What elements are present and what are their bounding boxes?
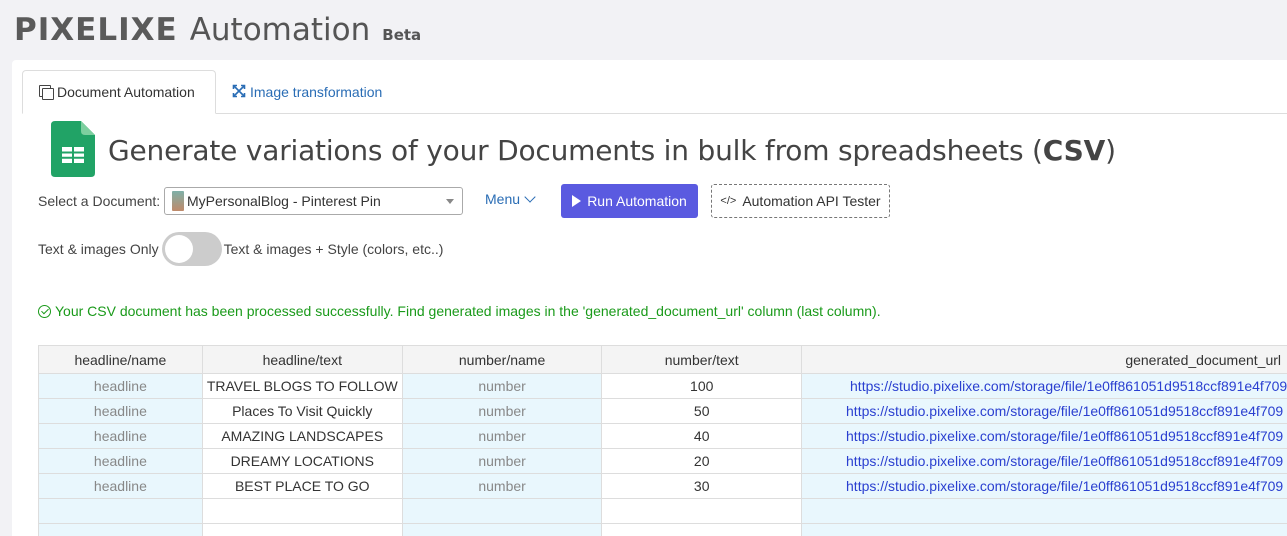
document-select[interactable]: MyPersonalBlog - Pinterest Pin — [164, 187, 463, 215]
copy-icon — [39, 85, 54, 100]
table-cell[interactable]: 20 — [601, 448, 803, 474]
table-row — [38, 498, 1287, 524]
column-header[interactable]: headline/name — [38, 345, 203, 374]
play-icon — [572, 195, 582, 207]
table-cell[interactable]: number — [401, 448, 603, 474]
toggle-knob — [164, 235, 193, 263]
code-icon: </> — [720, 195, 737, 207]
table-row: headline DREAMY LOCATIONS number 20 https://… — [38, 448, 1287, 474]
table-cell[interactable]: 50 — [601, 398, 803, 424]
selected-document: MyPersonalBlog - Pinterest Pin — [187, 193, 381, 209]
tab-image-transformation[interactable]: Image transformation — [232, 70, 382, 114]
page-title: Generate variations of your Documents in… — [108, 134, 1116, 167]
table-cell[interactable]: BEST PLACE TO GO — [201, 473, 403, 499]
style-toggle-row: Text & images Only Text & images + Style… — [38, 232, 443, 266]
chevron-down-icon — [524, 190, 536, 203]
table-cell[interactable]: headline — [38, 373, 203, 399]
document-url-link[interactable] — [801, 523, 1287, 536]
table-cell[interactable] — [38, 523, 203, 536]
document-url-link[interactable] — [801, 498, 1287, 524]
table-cell[interactable]: number — [401, 373, 603, 399]
document-url-link[interactable]: https://studio.pixelixe.com/storage/file… — [801, 448, 1287, 474]
tab-document-automation[interactable]: Document Automation — [22, 70, 216, 114]
table-cell[interactable] — [401, 498, 603, 524]
check-circle-icon — [38, 304, 51, 318]
table-row: headline Places To Visit Quickly number 50 h… — [38, 398, 1287, 424]
column-header[interactable]: generated_document_url — [801, 345, 1287, 374]
menu-dropdown[interactable]: Menu — [485, 190, 536, 207]
table-header-row: headline/name headline/text number/name … — [38, 345, 1287, 374]
success-message: Your CSV document has been processed suc… — [38, 303, 881, 319]
style-toggle[interactable] — [161, 232, 222, 266]
success-text: Your CSV document has been processed suc… — [55, 303, 881, 319]
table-cell[interactable] — [201, 498, 403, 524]
table-cell[interactable]: Places To Visit Quickly — [201, 398, 403, 424]
table-cell[interactable]: TRAVEL BLOGS TO FOLLOW — [201, 373, 403, 399]
table-cell[interactable]: headline — [38, 423, 203, 449]
table-cell[interactable]: 30 — [601, 473, 803, 499]
table-cell[interactable]: number — [401, 398, 603, 424]
beta-badge: Beta — [382, 26, 422, 44]
column-header[interactable]: number/text — [601, 345, 803, 374]
table-cell[interactable]: headline — [38, 473, 203, 499]
toggle-right-label: Text & images + Style (colors, etc..) — [223, 241, 444, 257]
column-header[interactable]: headline/text — [201, 345, 403, 374]
table-row: headline AMAZING LANDSCAPES number 40 https:… — [38, 423, 1287, 449]
document-url-link[interactable]: https://studio.pixelixe.com/storage/file… — [801, 373, 1287, 399]
table-row — [38, 523, 1287, 536]
document-url-link[interactable]: https://studio.pixelixe.com/storage/file… — [801, 473, 1287, 499]
table-row: headline TRAVEL BLOGS TO FOLLOW number 100 h… — [38, 373, 1287, 399]
select-document-label: Select a Document: — [38, 193, 161, 209]
table-cell[interactable]: 40 — [601, 423, 803, 449]
table-cell[interactable] — [201, 523, 403, 536]
document-thumbnail — [172, 191, 184, 211]
expand-icon — [232, 84, 246, 101]
main-card: Document Automation Image transformation… — [12, 60, 1287, 536]
table-cell[interactable]: number — [401, 423, 603, 449]
document-url-link[interactable]: https://studio.pixelixe.com/storage/file… — [801, 398, 1287, 424]
table-cell[interactable] — [601, 498, 803, 524]
tab-bar: Document Automation Image transformation — [22, 70, 1287, 114]
column-header[interactable]: number/name — [401, 345, 603, 374]
table-cell[interactable]: number — [401, 473, 603, 499]
spreadsheet-icon — [51, 121, 95, 177]
table-cell[interactable]: AMAZING LANDSCAPES — [201, 423, 403, 449]
run-button-label: Run Automation — [587, 193, 687, 209]
tab-label: Document Automation — [57, 84, 195, 100]
brand-logo: PIXELIXE — [14, 12, 178, 48]
table-cell[interactable]: headline — [38, 448, 203, 474]
tab-label: Image transformation — [250, 84, 383, 100]
brand-header: PIXELIXE Automation Beta — [14, 12, 421, 52]
brand-title: Automation — [189, 12, 371, 48]
table-row: headline BEST PLACE TO GO number 30 https://… — [38, 473, 1287, 499]
api-tester-button[interactable]: </> Automation API Tester — [711, 184, 890, 218]
table-cell[interactable] — [601, 523, 803, 536]
api-button-label: Automation API Tester — [742, 193, 881, 209]
table-cell[interactable] — [401, 523, 603, 536]
table-cell[interactable]: headline — [38, 398, 203, 424]
run-automation-button[interactable]: Run Automation — [561, 184, 698, 218]
toggle-left-label: Text & images Only — [38, 241, 159, 257]
table-cell[interactable]: 100 — [601, 373, 803, 399]
caret-down-icon — [446, 199, 454, 204]
table-cell[interactable]: DREAMY LOCATIONS — [201, 448, 403, 474]
document-url-link[interactable]: https://studio.pixelixe.com/storage/file… — [801, 423, 1287, 449]
table-cell[interactable] — [38, 498, 203, 524]
menu-label: Menu — [485, 191, 521, 207]
csv-table: headline/name headline/text number/name … — [38, 345, 1287, 536]
